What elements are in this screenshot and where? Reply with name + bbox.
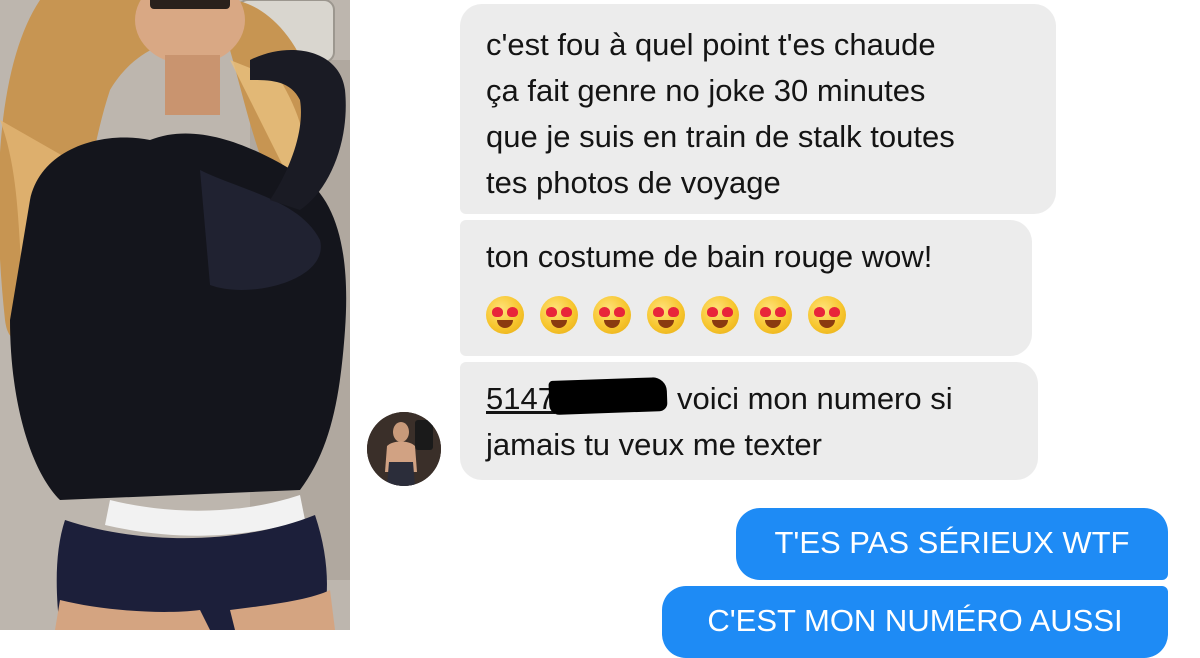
- emoji-row: [486, 290, 1006, 340]
- redaction-mark: [548, 376, 668, 416]
- message-line: ton costume de bain rouge wow!: [486, 239, 933, 274]
- message-line: ça fait genre no joke 30 minutes: [486, 73, 926, 108]
- heart-eyes-emoji-icon: [807, 295, 846, 334]
- message-line: jamais tu veux me texter: [486, 427, 822, 462]
- heart-eyes-emoji-icon: [700, 295, 739, 334]
- heart-eyes-emoji-icon: [754, 295, 793, 334]
- outgoing-message-bubble[interactable]: C'EST MON NUMÉRO AUSSI: [662, 586, 1168, 658]
- message-line: 5147 voici mon numero si: [486, 376, 1012, 422]
- message-line: tes photos de voyage: [486, 165, 781, 200]
- message-line: C'EST MON NUMÉRO AUSSI: [707, 603, 1123, 638]
- message-text: voici mon numero si: [676, 381, 953, 416]
- message-line: c'est fou à quel point t'es chaude: [486, 27, 936, 62]
- incoming-message-bubble[interactable]: c'est fou à quel point t'es chaude ça fa…: [460, 4, 1056, 214]
- phone-number-link[interactable]: 5147: [486, 381, 555, 416]
- incoming-message-bubble[interactable]: ton costume de bain rouge wow!: [460, 220, 1032, 356]
- selfie-photo: [0, 0, 350, 630]
- heart-eyes-emoji-icon: [646, 295, 685, 334]
- heart-eyes-emoji-icon: [486, 295, 524, 334]
- incoming-message-bubble[interactable]: 5147 voici mon numero si jamais tu veux m…: [460, 362, 1038, 480]
- message-line: que je suis en train de stalk toutes: [486, 119, 955, 154]
- avatar-illustration: [367, 412, 441, 486]
- outgoing-message-bubble[interactable]: T'ES PAS SÉRIEUX WTF: [736, 508, 1168, 580]
- sender-avatar[interactable]: [367, 412, 441, 486]
- heart-eyes-emoji-icon: [593, 295, 632, 334]
- heart-eyes-emoji-icon: [539, 295, 578, 334]
- selfie-illustration: [0, 0, 350, 630]
- message-line: T'ES PAS SÉRIEUX WTF: [774, 525, 1130, 560]
